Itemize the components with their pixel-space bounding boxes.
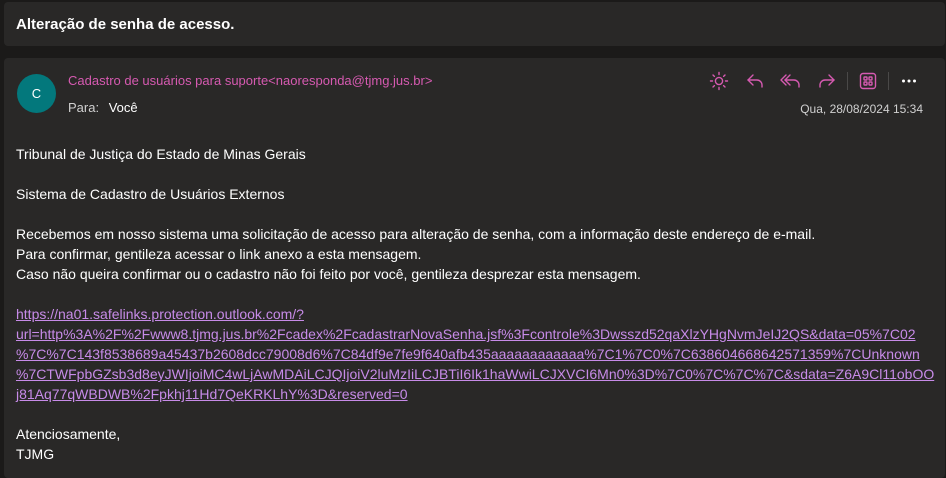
link-line[interactable]: j81Aq77qWBDWB%2Fpkhj11Hd7QeKRKLhY%3D&res… (16, 384, 936, 404)
body-paragraph: Para confirmar, gentileza acessar o link… (16, 246, 422, 262)
message-card: C Cadastro de usuários para suporte<naor… (4, 58, 945, 478)
body-paragraph: Caso não queira confirmar ou o cadastro … (16, 266, 641, 282)
message-body: Tribunal de Justiça do Estado de Minas G… (16, 144, 936, 464)
reply-icon[interactable] (737, 68, 773, 94)
body-signature: TJMG (16, 446, 55, 462)
link-line[interactable]: %7CTWFpbGZsb3d8eyJWIjoiMC4wLjAwMDAiLCJQI… (16, 364, 936, 384)
message-date: Qua, 28/08/2024 15:34 (800, 102, 923, 116)
more-icon[interactable] (891, 68, 927, 94)
apps-icon[interactable] (850, 68, 886, 94)
subject-bar: Alteração de senha de acesso. (4, 2, 945, 46)
message-actions (701, 68, 927, 94)
body-closing: Atenciosamente, (16, 426, 121, 442)
reply-all-icon[interactable] (773, 68, 809, 94)
link-line[interactable]: url=http%3A%2F%2Fwww8.tjmg.jus.br%2Fcade… (16, 324, 936, 344)
subject-title: Alteração de senha de acesso. (16, 15, 235, 33)
toolbar-divider (888, 72, 889, 90)
sender-avatar[interactable]: C (17, 74, 56, 113)
body-link[interactable]: https://na01.safelinks.protection.outloo… (16, 304, 936, 404)
body-org-line: Tribunal de Justiça do Estado de Minas G… (16, 146, 306, 162)
body-paragraph: Recebemos em nosso sistema uma solicitaç… (16, 226, 816, 242)
link-line[interactable]: %7C%7C143f8538689a45437b2608dcc79008d6%7… (16, 344, 936, 364)
toolbar-divider (847, 72, 848, 90)
body-system-line: Sistema de Cadastro de Usuários Externos (16, 186, 285, 202)
forward-icon[interactable] (809, 68, 845, 94)
recipient-row: Para: Você (68, 100, 138, 115)
to-label: Para: (68, 100, 100, 115)
to-name[interactable]: Você (109, 100, 138, 115)
link-line[interactable]: https://na01.safelinks.protection.outloo… (16, 304, 936, 324)
sun-icon[interactable] (701, 68, 737, 94)
sender-name[interactable]: Cadastro de usuários para suporte<naores… (68, 73, 432, 88)
